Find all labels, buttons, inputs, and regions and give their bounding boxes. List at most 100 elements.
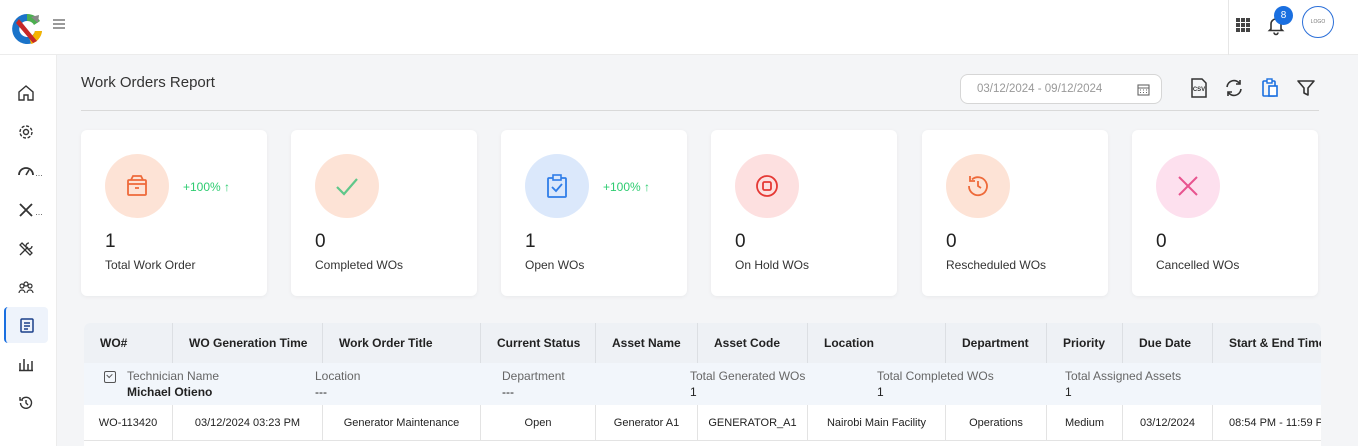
table-header: WO# WO Generation Time Work Order Title …: [84, 323, 1321, 363]
column-header[interactable]: Department: [946, 323, 1047, 363]
sidebar-item-meters[interactable]: …: [4, 153, 48, 189]
stat-card-total[interactable]: +100% ↑ 1 Total Work Order: [81, 130, 267, 296]
box-icon: [127, 175, 147, 196]
card-trend: +100% ↑: [183, 180, 231, 194]
column-header[interactable]: Work Order Title: [323, 323, 481, 363]
card-icon-circle: [315, 154, 379, 218]
divider: [1228, 0, 1229, 55]
card-trend: +100% ↑: [603, 180, 651, 194]
sidebar: … …: [0, 55, 57, 446]
more-dots-icon: …: [35, 208, 43, 217]
group-toggle-checkbox[interactable]: [104, 371, 116, 383]
csv-label: CSV: [1193, 87, 1205, 93]
page-title: Work Orders Report: [81, 74, 215, 91]
cell-department: Operations: [946, 405, 1047, 441]
completed-value: 1: [877, 385, 884, 399]
technician-value: Michael Otieno: [127, 385, 213, 399]
card-count: 0: [946, 231, 957, 252]
clipboard-check-icon: [547, 174, 567, 198]
column-header[interactable]: Current Status: [481, 323, 596, 363]
department-label: Department: [502, 369, 565, 383]
cell-generation-time: 03/12/2024 03:23 PM: [173, 405, 323, 441]
sidebar-item-reports[interactable]: [4, 307, 48, 343]
sidebar-item-home[interactable]: [4, 75, 48, 111]
sidebar-item-tools[interactable]: …: [4, 192, 48, 228]
calendar-icon: [1137, 84, 1150, 96]
divider: [81, 110, 1319, 111]
filter-icon[interactable]: [1295, 77, 1317, 99]
generated-label: Total Generated WOs: [690, 369, 806, 383]
column-header[interactable]: Due Date: [1123, 323, 1213, 363]
card-label: On Hold WOs: [735, 258, 810, 272]
stop-icon: [756, 175, 778, 197]
notification-badge: 8: [1274, 6, 1293, 25]
location-label: Location: [315, 369, 361, 383]
column-header[interactable]: WO#: [84, 323, 173, 363]
card-count: 1: [105, 231, 116, 252]
card-icon-circle: [105, 154, 169, 218]
stat-card-cancelled[interactable]: 0 Cancelled WOs: [1132, 130, 1318, 296]
app-logo[interactable]: [9, 11, 45, 47]
card-icon-circle: [1156, 154, 1220, 218]
column-header[interactable]: WO Generation Time: [173, 323, 323, 363]
column-header[interactable]: Asset Code: [698, 323, 808, 363]
stat-card-on-hold[interactable]: 0 On Hold WOs: [711, 130, 897, 296]
cell-start-end-time: 08:54 PM - 11:59 PM: [1229, 417, 1321, 429]
department-value: ---: [502, 385, 514, 399]
gauge-icon: [18, 167, 34, 176]
card-icon-circle: [946, 154, 1010, 218]
history-icon: [968, 176, 988, 197]
csv-export-icon[interactable]: CSV: [1188, 77, 1210, 99]
card-count: 0: [1156, 231, 1167, 252]
card-label: Total Work Order: [105, 258, 196, 272]
column-header[interactable]: Asset Name: [596, 323, 698, 363]
check-icon: [336, 178, 358, 196]
table-row[interactable]: WO-113420 03/12/2024 03:23 PM Generator …: [84, 405, 1321, 441]
clipboard-icon: [20, 318, 34, 333]
work-orders-table: WO# WO Generation Time Work Order Title …: [84, 323, 1321, 446]
assets-value: 1: [1065, 385, 1072, 399]
cell-priority: Medium: [1047, 405, 1123, 441]
completed-label: Total Completed WOs: [877, 369, 994, 383]
sidebar-item-teams[interactable]: [4, 270, 48, 306]
sidebar-item-history[interactable]: [4, 385, 48, 421]
gear-icon: [19, 125, 33, 139]
cell-title: Generator Maintenance: [323, 405, 481, 441]
stat-card-open[interactable]: +100% ↑ 1 Open WOs: [501, 130, 687, 296]
clipboard-copy-icon[interactable]: [1259, 77, 1281, 99]
bar-chart-icon: [19, 359, 33, 372]
card-label: Completed WOs: [315, 258, 404, 272]
card-count: 0: [735, 231, 746, 252]
location-value: ---: [315, 385, 327, 399]
technician-group-row[interactable]: Technician Name Michael Otieno Location …: [84, 363, 1321, 405]
x-icon: [1178, 176, 1198, 196]
refresh-icon[interactable]: [1223, 77, 1245, 99]
stat-card-completed[interactable]: 0 Completed WOs: [291, 130, 477, 296]
user-avatar[interactable]: LOGO: [1302, 6, 1334, 38]
cell-location: Nairobi Main Facility: [808, 405, 946, 441]
card-count: 0: [315, 231, 326, 252]
stat-card-rescheduled[interactable]: 0 Rescheduled WOs: [922, 130, 1108, 296]
sidebar-item-maintenance[interactable]: [4, 231, 48, 267]
sidebar-item-settings[interactable]: [4, 114, 48, 150]
column-header[interactable]: Priority: [1047, 323, 1123, 363]
date-range-value: 03/12/2024 - 09/12/2024: [977, 83, 1103, 95]
team-icon: [18, 281, 34, 294]
menu-toggle-icon[interactable]: [53, 19, 65, 29]
card-label: Rescheduled WOs: [946, 258, 1047, 272]
assets-label: Total Assigned Assets: [1065, 369, 1182, 383]
wrench-screwdriver-icon: [19, 242, 33, 256]
tools-icon: [19, 203, 33, 217]
card-label: Cancelled WOs: [1156, 258, 1240, 272]
column-header[interactable]: Start & End Time: [1213, 323, 1321, 363]
date-range-picker[interactable]: 03/12/2024 - 09/12/2024: [960, 74, 1162, 104]
card-label: Open WOs: [525, 258, 585, 272]
cell-wo-number[interactable]: WO-113420: [84, 405, 173, 441]
history-icon: [19, 396, 33, 409]
sidebar-item-analytics[interactable]: [4, 346, 48, 382]
column-header[interactable]: Location: [808, 323, 946, 363]
technician-label: Technician Name: [127, 369, 220, 383]
apps-grid-icon[interactable]: [1236, 18, 1250, 32]
card-icon-circle: [735, 154, 799, 218]
cell-asset-code: GENERATOR_A1: [698, 405, 808, 441]
